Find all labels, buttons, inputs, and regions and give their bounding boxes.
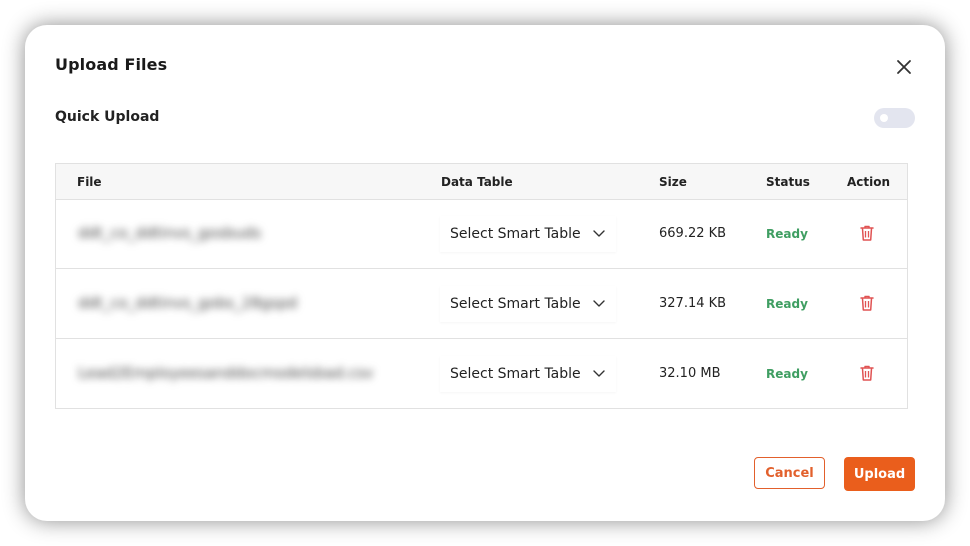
select-value: Select Smart Table	[450, 226, 581, 242]
file-size: 669.22 KB	[659, 226, 727, 241]
table-row: ddt_co_ddtinvs_gobs_28gspd Select Smart …	[56, 269, 907, 339]
close-icon	[897, 60, 911, 74]
select-value: Select Smart Table	[450, 296, 581, 312]
table-row: Lead2Employeesanddocmodelsbad.csv Select…	[56, 339, 907, 408]
select-value: Select Smart Table	[450, 366, 581, 382]
delete-button[interactable]	[859, 294, 875, 312]
smart-table-select[interactable]: Select Smart Table	[440, 356, 616, 392]
upload-files-dialog: Upload Files Quick Upload File Data Tabl…	[25, 25, 945, 521]
delete-button[interactable]	[859, 224, 875, 242]
header-action: Action	[847, 175, 891, 189]
chevron-down-icon	[593, 230, 605, 237]
toggle-knob	[880, 114, 888, 122]
quick-upload-toggle[interactable]	[874, 108, 915, 128]
header-size: Size	[659, 175, 687, 189]
cancel-button[interactable]: Cancel	[754, 457, 825, 489]
header-file: File	[77, 175, 102, 189]
trash-icon	[860, 225, 874, 241]
file-name: Lead2Employeesanddocmodelsbad.csv	[78, 364, 374, 382]
chevron-down-icon	[593, 300, 605, 307]
dialog-title: Upload Files	[55, 55, 168, 74]
file-name: ddt_co_ddtinvs_gosbuds	[78, 224, 262, 242]
header-data-table: Data Table	[441, 175, 513, 189]
table-row: ddt_co_ddtinvs_gosbuds Select Smart Tabl…	[56, 199, 907, 269]
file-size: 327.14 KB	[659, 296, 727, 311]
upload-button[interactable]: Upload	[844, 457, 915, 491]
quick-upload-label: Quick Upload	[55, 109, 160, 125]
smart-table-select[interactable]: Select Smart Table	[440, 216, 616, 252]
status-badge: Ready	[766, 297, 808, 311]
close-button[interactable]	[893, 56, 915, 78]
chevron-down-icon	[593, 370, 605, 377]
file-name: ddt_co_ddtinvs_gobs_28gspd	[78, 294, 298, 312]
header-status: Status	[766, 175, 810, 189]
files-table: File Data Table Size Status Action ddt_c…	[55, 163, 908, 409]
trash-icon	[860, 295, 874, 311]
trash-icon	[860, 365, 874, 381]
table-header: File Data Table Size Status Action	[56, 164, 907, 200]
status-badge: Ready	[766, 227, 808, 241]
delete-button[interactable]	[859, 364, 875, 382]
file-size: 32.10 MB	[659, 366, 721, 381]
smart-table-select[interactable]: Select Smart Table	[440, 286, 616, 322]
status-badge: Ready	[766, 367, 808, 381]
